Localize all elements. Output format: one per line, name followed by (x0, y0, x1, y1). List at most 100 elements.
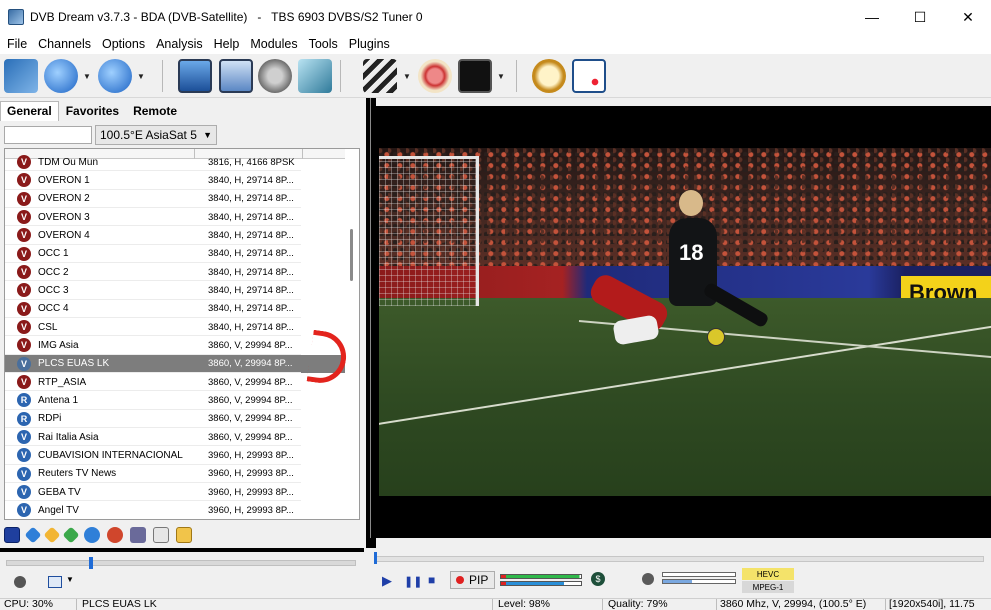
volume-slider-thumb[interactable] (89, 557, 93, 569)
move-up-icon[interactable] (43, 526, 61, 544)
pause-button[interactable]: ❚❚ (404, 575, 422, 588)
channel-name: PLCS EUAS LK (38, 358, 110, 370)
menu-plugins[interactable]: Plugins (349, 37, 390, 51)
diamond-icon[interactable] (24, 526, 42, 544)
video-codec-badge: HEVC (742, 568, 794, 580)
menu-analysis[interactable]: Analysis (156, 37, 203, 51)
vertical-scrollbar[interactable] (345, 149, 359, 519)
pip-label: PIP (469, 573, 489, 587)
record-dropdown-icon[interactable]: ▼ (403, 72, 411, 81)
toolbar-separator (516, 60, 517, 92)
channel-row[interactable]: V Angel TV 3960, H, 29993 8P... (5, 501, 347, 519)
channel-row[interactable]: R RDPi 3860, V, 29994 8P... (5, 410, 347, 428)
monitor-icon[interactable] (178, 59, 212, 93)
channel-row[interactable]: V TDM Ou Mun 3816, H, 4166 8PSK (5, 153, 347, 172)
window-view-icon[interactable] (219, 59, 253, 93)
tab-favorites[interactable]: Favorites (59, 101, 126, 121)
football (707, 328, 725, 346)
channel-row[interactable]: V OVERON 4 3840, H, 29714 8P... (5, 226, 347, 245)
seek-slider-thumb[interactable] (374, 552, 377, 564)
edit-icon[interactable] (153, 527, 169, 543)
pane-splitter[interactable] (366, 98, 376, 598)
delete-record-icon[interactable] (418, 59, 452, 93)
close-button[interactable]: ✕ (945, 0, 991, 34)
menu-bar: File Channels Options Analysis Help Modu… (0, 34, 991, 54)
minus-icon[interactable] (4, 527, 20, 543)
play-button[interactable]: ▶ (382, 573, 392, 589)
recorder-icon[interactable] (458, 59, 492, 93)
previous-dropdown-icon[interactable]: ▼ (83, 72, 91, 81)
scrollbar-thumb[interactable] (350, 229, 353, 281)
satellite-select[interactable]: 100.5°E AsiaSat 5 ▼ (95, 125, 217, 145)
tab-general[interactable]: General (0, 101, 59, 121)
menu-channels[interactable]: Channels (38, 37, 91, 51)
list-tool-icons (0, 523, 366, 547)
channel-row[interactable]: V PLCS EUAS LK 3860, V, 29994 8P... (5, 354, 347, 373)
minimize-button[interactable]: — (849, 0, 895, 34)
seek-slider[interactable] (374, 556, 984, 562)
menu-help[interactable]: Help (214, 37, 240, 51)
channel-row[interactable]: V OCC 4 3840, H, 29714 8P... (5, 300, 347, 318)
channel-filter-input[interactable] (4, 126, 92, 144)
audio-icon[interactable] (130, 527, 146, 543)
channel-row[interactable]: V OCC 3 3840, H, 29714 8P... (5, 281, 347, 300)
stopwatch-icon[interactable] (532, 59, 566, 93)
shield-icon[interactable] (14, 576, 26, 588)
previous-channel-icon[interactable] (44, 59, 78, 93)
tab-remote[interactable]: Remote (126, 101, 184, 121)
volume-slider[interactable] (6, 560, 356, 566)
channel-row[interactable]: V GEBA TV 3960, H, 29993 8P... (5, 483, 347, 502)
menu-tools[interactable]: Tools (309, 37, 338, 51)
open-folder-icon[interactable] (4, 59, 38, 93)
recorder-dropdown-icon[interactable]: ▼ (497, 72, 505, 81)
tv-channel-icon: V (17, 210, 31, 225)
lock-icon[interactable] (176, 527, 192, 543)
menu-file[interactable]: File (7, 37, 27, 51)
move-down-icon[interactable] (62, 526, 80, 544)
display-mode-icon[interactable] (48, 576, 62, 588)
next-channel-icon[interactable] (98, 59, 132, 93)
channel-row[interactable]: V OCC 1 3840, H, 29714 8P... (5, 245, 347, 263)
channel-row[interactable]: V RTP_ASIA 3860, V, 29994 8P... (5, 373, 347, 392)
display-mode-dropdown-icon[interactable]: ▼ (66, 575, 74, 584)
shield-icon[interactable] (642, 573, 654, 585)
channel-row[interactable]: V IMG Asia 3860, V, 29994 8P... (5, 336, 347, 355)
stop-button[interactable]: ■ (428, 573, 435, 587)
channel-transponder: 3960, H, 29993 8P... (208, 449, 294, 461)
channel-name: TDM Ou Mun (38, 156, 99, 168)
video-area[interactable]: Brown 18 (376, 106, 991, 538)
channel-row[interactable]: V OVERON 2 3840, H, 29714 8P... (5, 190, 347, 208)
channel-row[interactable]: V OVERON 1 3840, H, 29714 8P... (5, 171, 347, 190)
info-icon[interactable] (84, 527, 100, 543)
window-title: DVB Dream v3.7.3 - BDA (DVB-Satellite) -… (30, 10, 423, 24)
maximize-button[interactable]: ☐ (897, 0, 943, 34)
scramble-icon[interactable]: $ (591, 572, 605, 586)
satellite-select-value: 100.5°E AsiaSat 5 (100, 128, 197, 142)
channel-row[interactable]: V OVERON 3 3840, H, 29714 8P... (5, 208, 347, 227)
favorite-icon[interactable] (107, 527, 123, 543)
tv-channel-icon: V (17, 191, 31, 206)
clapperboard-icon[interactable] (363, 59, 397, 93)
gear-icon[interactable] (258, 59, 292, 93)
channel-transponder: 3860, V, 29994 8P... (208, 431, 293, 443)
tv-channel-icon: V (17, 375, 31, 390)
menu-options[interactable]: Options (102, 37, 145, 51)
channel-transponder: 3860, V, 29994 8P... (208, 339, 293, 351)
channel-transponder: 3840, H, 29714 8P... (208, 284, 294, 296)
pip-button[interactable]: PIP (450, 571, 495, 589)
next-dropdown-icon[interactable]: ▼ (137, 72, 145, 81)
scheduler-clock-icon[interactable] (572, 59, 606, 93)
tv-channel-icon: V (17, 338, 31, 353)
menu-modules[interactable]: Modules (250, 37, 297, 51)
channel-row[interactable]: V CUBAVISION INTERNACIONAL 3960, H, 29993 … (5, 446, 347, 465)
tv-channel-icon: V (17, 448, 31, 463)
channel-row[interactable]: V OCC 2 3840, H, 29714 8P... (5, 263, 347, 282)
channel-row[interactable]: R Antena 1 3860, V, 29994 8P... (5, 391, 347, 410)
channel-row[interactable]: V Rai Italia Asia 3860, V, 29994 8P... (5, 428, 347, 447)
tv-channel-icon: V (17, 320, 31, 335)
snapshot-icon[interactable] (298, 59, 332, 93)
channel-transponder: 3960, H, 29993 8P... (208, 486, 294, 498)
channel-list[interactable]: V TDM Ou Mun 3816, H, 4166 8PSK V OVERON 1 38… (4, 148, 360, 520)
channel-row[interactable]: V CSL 3840, H, 29714 8P... (5, 318, 347, 337)
channel-row[interactable]: V Reuters TV News 3960, H, 29993 8P... (5, 465, 347, 483)
